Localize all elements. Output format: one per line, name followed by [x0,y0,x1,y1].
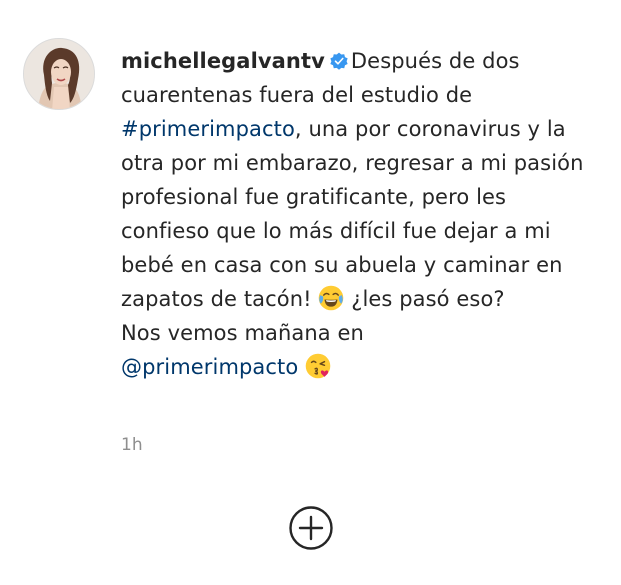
load-more-comments-button[interactable] [288,505,334,551]
profile-photo-icon [24,39,94,109]
username-link[interactable]: michellegalvantv [121,49,325,73]
face-blowing-kiss-emoji [305,353,331,379]
verified-badge-icon [330,52,348,70]
hashtag-link[interactable]: #primerimpacto [121,117,295,141]
plus-circle-icon [289,506,333,550]
avatar[interactable] [23,38,95,110]
face-with-tears-of-joy-emoji [319,285,344,311]
caption-text: , una por coronavirus y la otra por mi e… [121,117,584,311]
caption-text: Nos vemos mañana en [121,321,364,345]
post-caption: michellegalvantv Después de dos cuarente… [121,44,591,384]
caption-text: ¿les pasó eso? [344,287,505,311]
post-timestamp[interactable]: 1h [121,432,143,458]
mention-link[interactable]: @primerimpacto [121,355,298,379]
